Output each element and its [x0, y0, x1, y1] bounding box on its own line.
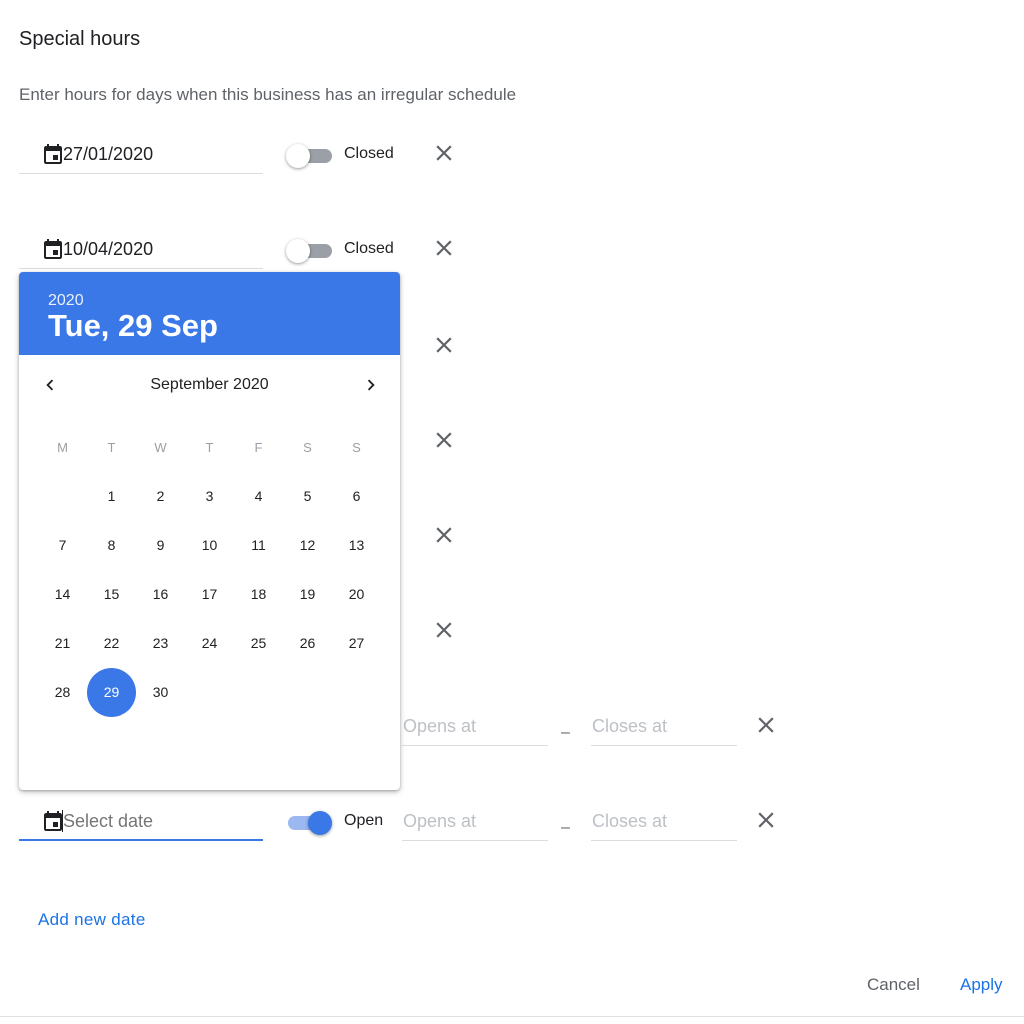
- date-field-2[interactable]: 10/04/2020: [19, 231, 263, 269]
- time-separator: –: [561, 724, 570, 741]
- special-hours-row-1: 27/01/2020 Closed: [0, 136, 1024, 196]
- close-icon[interactable]: [431, 140, 457, 166]
- closes-at-field[interactable]: Closes at: [591, 708, 737, 746]
- calendar-day[interactable]: 3: [185, 472, 234, 521]
- status-label-1: Closed: [344, 145, 394, 162]
- month-label: September 2020: [150, 376, 269, 393]
- add-new-date-button[interactable]: Add new date: [38, 910, 146, 930]
- open-closed-toggle-active[interactable]: [286, 810, 334, 836]
- calendar-day[interactable]: 22: [87, 619, 136, 668]
- calendar-day[interactable]: 13: [332, 521, 381, 570]
- calendar-day[interactable]: 19: [283, 570, 332, 619]
- select-date-placeholder: Select date: [63, 811, 154, 831]
- calendar-day[interactable]: 26: [283, 619, 332, 668]
- calendar-day[interactable]: 9: [136, 521, 185, 570]
- calendar-day[interactable]: 27: [332, 619, 381, 668]
- divider: [0, 1016, 1024, 1017]
- status-label-2: Closed: [344, 240, 394, 257]
- weekday-label: S: [352, 440, 361, 455]
- weekday-label: F: [254, 440, 263, 455]
- calendar-day[interactable]: 2: [136, 472, 185, 521]
- page-subtitle: Enter hours for days when this business …: [19, 85, 517, 104]
- calendar-day[interactable]: 28: [38, 668, 87, 717]
- open-closed-toggle-2[interactable]: [286, 238, 334, 264]
- calendar-icon[interactable]: [41, 237, 65, 261]
- calendar-day[interactable]: 15: [87, 570, 136, 619]
- close-icon[interactable]: [431, 235, 457, 261]
- close-icon[interactable]: [431, 522, 457, 548]
- calendar-day[interactable]: 4: [234, 472, 283, 521]
- calendar-day[interactable]: 25: [234, 619, 283, 668]
- calendar-day[interactable]: 18: [234, 570, 283, 619]
- opens-at-field[interactable]: Opens at: [402, 803, 548, 841]
- calendar-day[interactable]: 21: [38, 619, 87, 668]
- closes-at-field[interactable]: Closes at: [591, 803, 737, 841]
- calendar-day[interactable]: 17: [185, 570, 234, 619]
- calendar-day[interactable]: 16: [136, 570, 185, 619]
- calendar-icon[interactable]: [41, 142, 65, 166]
- cancel-button[interactable]: Cancel: [867, 975, 920, 995]
- weekday-label: W: [154, 440, 167, 455]
- apply-button[interactable]: Apply: [960, 975, 1003, 995]
- close-icon[interactable]: [753, 807, 779, 833]
- open-closed-toggle-1[interactable]: [286, 143, 334, 169]
- close-icon[interactable]: [431, 617, 457, 643]
- weekday-label: M: [57, 440, 68, 455]
- calendar-day[interactable]: 23: [136, 619, 185, 668]
- calendar-day[interactable]: 6: [332, 472, 381, 521]
- calendar-day[interactable]: 8: [87, 521, 136, 570]
- time-separator: –: [561, 819, 570, 836]
- select-date-input[interactable]: Select date: [19, 803, 263, 841]
- opens-at-field[interactable]: Opens at: [402, 708, 548, 746]
- calendar-day[interactable]: 11: [234, 521, 283, 570]
- calendar-day[interactable]: 12: [283, 521, 332, 570]
- calendar-day[interactable]: 20: [332, 570, 381, 619]
- calendar-day[interactable]: 7: [38, 521, 87, 570]
- special-hours-row-active: Select date Open Opens at – Closes at: [0, 803, 1024, 863]
- weekday-label: T: [205, 440, 214, 455]
- calendar-day[interactable]: 1: [87, 472, 136, 521]
- calendar-day[interactable]: 10: [185, 521, 234, 570]
- calendar-day[interactable]: 24: [185, 619, 234, 668]
- weekday-label: S: [303, 440, 312, 455]
- calendar-day[interactable]: 30: [136, 668, 185, 717]
- chevron-right-icon[interactable]: [360, 374, 382, 396]
- close-icon[interactable]: [431, 332, 457, 358]
- page-title: Special hours: [19, 28, 141, 50]
- calendar-day[interactable]: 5: [283, 472, 332, 521]
- weekday-label: T: [107, 440, 116, 455]
- date-field-1[interactable]: 27/01/2020: [19, 136, 263, 174]
- picker-selected-date: Tue, 29 Sep: [48, 308, 218, 343]
- date-picker-header: 2020 Tue, 29 Sep: [19, 272, 400, 355]
- date-value-1: 27/01/2020: [63, 144, 154, 164]
- close-icon[interactable]: [431, 427, 457, 453]
- calendar-day-selected[interactable]: 29: [87, 668, 136, 717]
- date-value-2: 10/04/2020: [63, 239, 154, 259]
- close-icon[interactable]: [753, 712, 779, 738]
- calendar-day[interactable]: 14: [38, 570, 87, 619]
- status-label-active: Open: [344, 812, 384, 829]
- date-picker-popup: 2020 Tue, 29 Sep September 2020 M T W T F S S 1…: [19, 272, 400, 790]
